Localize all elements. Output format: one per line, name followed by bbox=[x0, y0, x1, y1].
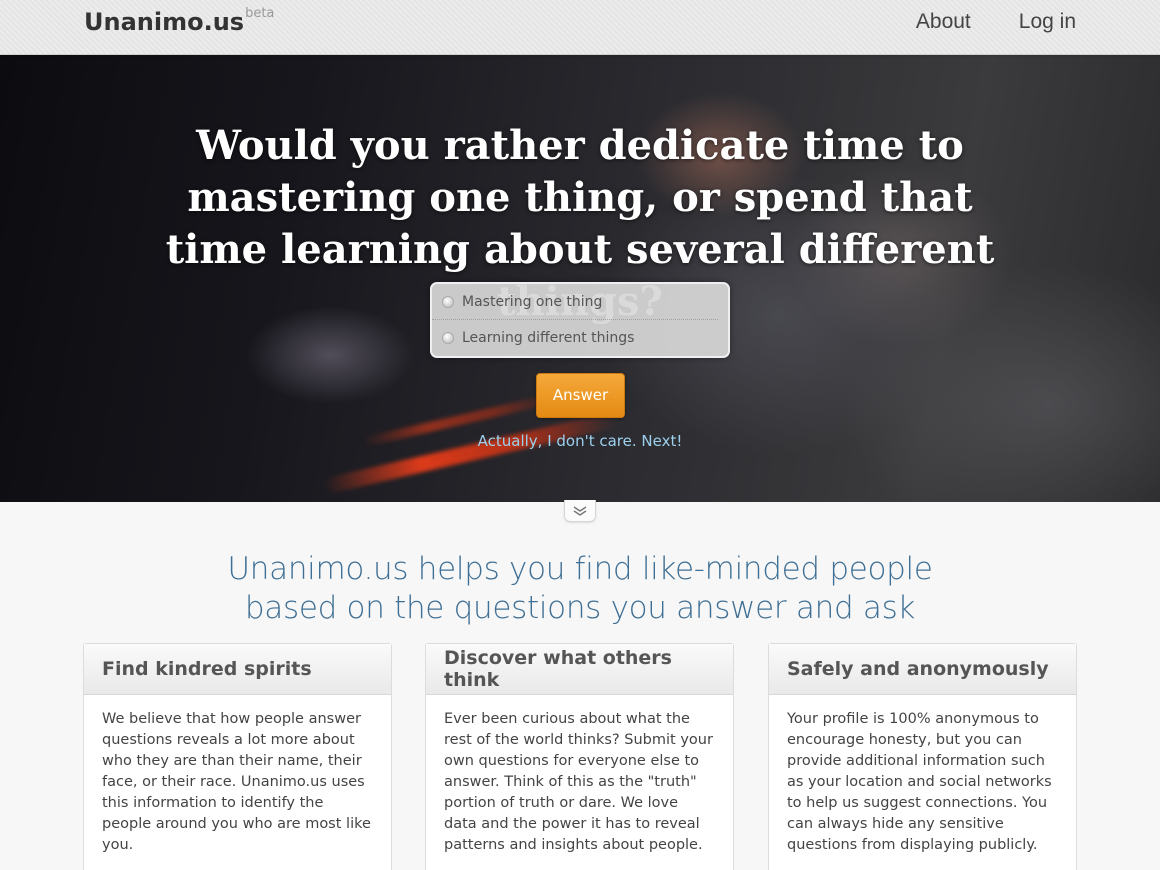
site-header: Unanimo.usbeta About Log in bbox=[0, 0, 1160, 55]
nav-login-link[interactable]: Log in bbox=[1019, 10, 1076, 34]
answer-options: Mastering one thing Learning different t… bbox=[430, 282, 730, 358]
radio-button[interactable] bbox=[442, 295, 454, 308]
expand-toggle[interactable] bbox=[564, 500, 596, 522]
card-text: Ever been curious about what the rest of… bbox=[444, 711, 713, 853]
double-chevron-down-icon bbox=[573, 505, 587, 516]
card-text: We believe that how people answer questi… bbox=[102, 711, 371, 853]
card-title: Discover what others think bbox=[426, 644, 733, 695]
answer-button[interactable]: Answer bbox=[536, 373, 625, 418]
feature-card: Safely and anonymously Your profile is 1… bbox=[768, 643, 1077, 870]
skip-question-link[interactable]: Actually, I don't care. Next! bbox=[0, 432, 1160, 450]
site-logo[interactable]: Unanimo.usbeta bbox=[84, 6, 275, 36]
tagline: Unanimo.us helps you find like-minded pe… bbox=[0, 550, 1160, 628]
radio-button[interactable] bbox=[442, 332, 454, 344]
card-title: Find kindred spirits bbox=[84, 644, 391, 695]
option-label: Mastering one thing bbox=[462, 293, 603, 310]
option-label: Learning different things bbox=[462, 330, 635, 346]
logo-text: Unanimo.us bbox=[84, 8, 245, 36]
main-nav: About Log in bbox=[916, 10, 1076, 34]
option-learning-different-things[interactable]: Learning different things bbox=[432, 320, 728, 356]
tagline-line: Unanimo.us helps you find like-minded pe… bbox=[227, 551, 933, 587]
feature-card: Find kindred spirits We believe that how… bbox=[83, 643, 392, 870]
card-text: Your profile is 100% anonymous to encour… bbox=[787, 711, 1052, 853]
hero-banner: Would you rather dedicate time to master… bbox=[0, 55, 1160, 502]
tagline-line: based on the questions you answer and as… bbox=[244, 590, 916, 626]
option-mastering-one-thing[interactable]: Mastering one thing bbox=[432, 284, 718, 320]
background-decoration bbox=[322, 411, 618, 495]
card-title: Safely and anonymously bbox=[769, 644, 1076, 695]
beta-badge: beta bbox=[245, 6, 275, 21]
nav-about-link[interactable]: About bbox=[916, 10, 971, 34]
feature-card: Discover what others think Ever been cur… bbox=[425, 643, 734, 870]
